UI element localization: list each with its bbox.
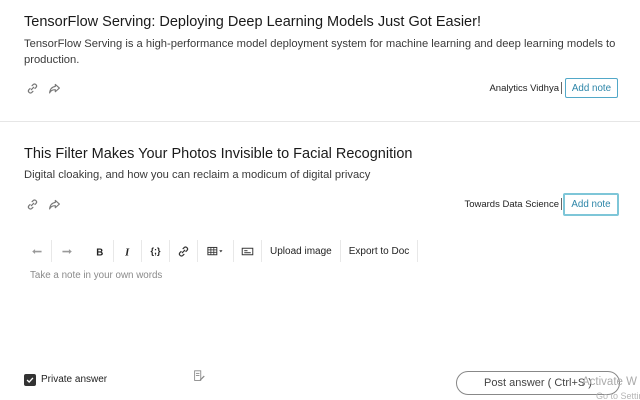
activation-watermark: Activate W <box>582 376 637 388</box>
embed-icon <box>241 247 254 255</box>
redo-button[interactable] <box>52 240 80 262</box>
article-source: Towards Data Science <box>464 199 559 210</box>
article-description: Digital cloaking, and how you can reclai… <box>24 169 371 181</box>
article-card: This Filter Makes Your Photos Invisible … <box>0 123 640 400</box>
svg-text:I: I <box>124 247 130 257</box>
share-icon[interactable] <box>46 196 62 212</box>
article-card: TensorFlow Serving: Deploying Deep Learn… <box>0 0 640 122</box>
private-answer-checkbox[interactable] <box>24 374 36 386</box>
article-source: Analytics Vidhya <box>489 83 559 94</box>
redo-icon <box>61 248 72 254</box>
link-icon[interactable] <box>24 80 40 96</box>
private-answer-label: Private answer <box>41 374 108 385</box>
undo-icon <box>32 248 42 254</box>
article-title[interactable]: TensorFlow Serving: Deploying Deep Learn… <box>24 14 481 30</box>
article-description: TensorFlow Serving is a high-performance… <box>24 38 616 66</box>
add-note-button[interactable]: Add note <box>563 193 619 216</box>
bold-icon: B <box>96 247 103 257</box>
italic-icon: I <box>124 247 130 257</box>
link-icon[interactable] <box>24 196 40 212</box>
embed-button[interactable] <box>234 240 262 262</box>
note-input[interactable]: Take a note in your own words <box>30 270 162 281</box>
table-icon <box>206 246 222 255</box>
italic-button[interactable]: I <box>114 240 142 262</box>
article-title[interactable]: This Filter Makes Your Photos Invisible … <box>24 146 412 162</box>
divider <box>561 198 562 210</box>
share-icon[interactable] <box>46 80 62 96</box>
link-icon <box>178 245 189 257</box>
export-to-doc-button[interactable]: Export to Doc <box>341 240 419 262</box>
bold-button[interactable]: B <box>86 240 114 262</box>
check-icon <box>26 377 34 384</box>
upload-image-button[interactable]: Upload image <box>262 240 341 262</box>
code-button[interactable]: {;} <box>142 240 170 262</box>
activation-watermark-sub: Go to Settin <box>596 391 640 400</box>
svg-text:B: B <box>96 247 103 257</box>
insert-link-button[interactable] <box>170 240 198 262</box>
divider <box>561 82 562 94</box>
table-dropdown-button[interactable] <box>198 240 234 262</box>
undo-button[interactable] <box>24 240 52 262</box>
editor-toolbar: B I {;} Upload image Export to Doc <box>24 240 419 262</box>
draft-icon[interactable] <box>192 369 206 383</box>
add-note-button[interactable]: Add note <box>565 78 618 98</box>
